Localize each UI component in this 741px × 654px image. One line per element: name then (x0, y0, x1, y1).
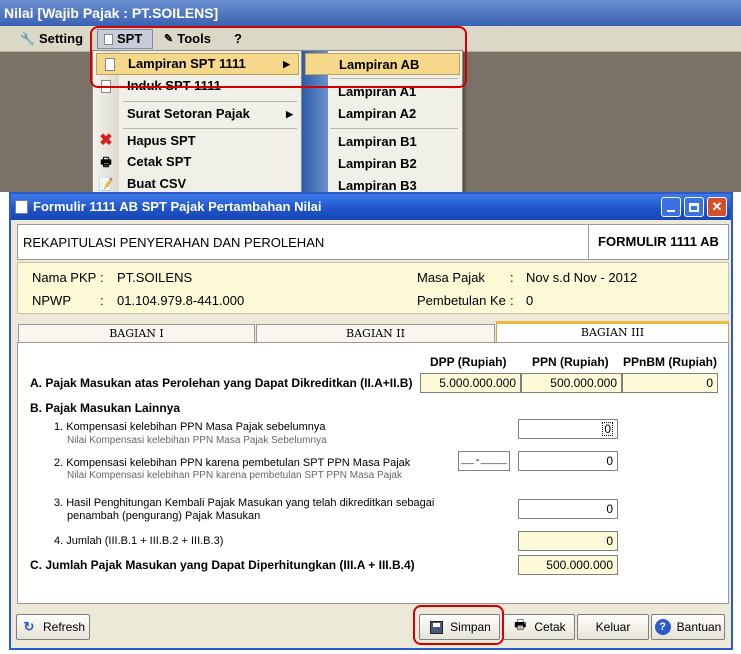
menu-item-cetak-spt[interactable]: 🖶 Cetak SPT (93, 151, 301, 173)
npwp-label: NPWP (32, 293, 71, 308)
submenu-arrow-icon: ▶ (286, 109, 293, 119)
cetak-button[interactable]: 🖶 Cetak (503, 614, 575, 640)
item1-sublabel: Nilai Kompensasi kelebihan PPN Masa Paja… (67, 435, 327, 446)
submenu-item-label: Lampiran B3 (338, 178, 417, 193)
menu-item-label: Surat Setoran Pajak (127, 106, 250, 121)
tab-label: BAGIAN III (580, 326, 645, 339)
annotation-highlight-box (413, 605, 504, 645)
taxpayer-info: Nama PKP : PT.SOILENS NPWP : 01.104.979.… (17, 262, 729, 314)
delete-x-icon: ✖ (99, 132, 113, 149)
nama-pkp-label: Nama PKP (32, 270, 97, 285)
cetak-label: Cetak (534, 620, 566, 634)
bagian-3-panel: DPP (Rupiah) PPN (Rupiah) PPnBM (Rupiah)… (17, 342, 729, 604)
column-header-dpp: DPP (Rupiah) (430, 355, 507, 369)
maximize-icon (689, 202, 699, 212)
section-c-label: C. Jumlah Pajak Masukan yang Dapat Diper… (30, 558, 415, 572)
menu-item-label: Cetak SPT (127, 154, 192, 169)
menu-setting-label: Setting (38, 31, 84, 46)
keluar-label: Keluar (595, 620, 631, 634)
tab-bagian-3[interactable]: BAGIAN III (496, 321, 729, 343)
bantuan-label: Bantuan (676, 620, 722, 634)
bantuan-button[interactable]: ? Bantuan (651, 614, 725, 640)
menu-item-surat-setoran[interactable]: Surat Setoran Pajak ▶ (93, 103, 301, 125)
tab-bagian-1[interactable]: BAGIAN I (18, 324, 255, 342)
section-b-label: B. Pajak Masukan Lainnya (30, 401, 181, 415)
dialog-title: Formulir 1111 AB SPT Pajak Pertambahan N… (33, 199, 322, 214)
menu-separator (123, 101, 297, 102)
tab-bagian-2[interactable]: BAGIAN II (256, 324, 495, 342)
section-a-ppn-field[interactable]: 500.000.000 (521, 373, 622, 393)
tab-label: BAGIAN II (346, 327, 405, 340)
colon: : (510, 293, 514, 308)
tab-label: BAGIAN I (109, 327, 164, 340)
minimize-button[interactable] (661, 197, 681, 217)
column-header-ppn: PPN (Rupiah) (532, 355, 609, 369)
refresh-icon: ↻ (23, 619, 35, 634)
submenu-item-lampiran-a2[interactable]: Lampiran A2 (330, 103, 460, 125)
item2-period-input[interactable]: __-____ (458, 451, 510, 471)
column-header-ppnbm: PPnBM (Rupiah) (623, 355, 717, 369)
submenu-item-lampiran-b1[interactable]: Lampiran B1 (330, 131, 460, 153)
item3-input[interactable]: 0 (518, 499, 618, 519)
menu-separator (123, 128, 297, 129)
colon: : (100, 293, 104, 308)
dialog-title-bar: Formulir 1111 AB SPT Pajak Pertambahan N… (11, 194, 731, 220)
colon: : (510, 270, 514, 285)
masa-pajak-value: Nov s.d Nov - 2012 (526, 270, 638, 285)
csv-icon: 📝 (98, 177, 114, 191)
maximize-button[interactable] (684, 197, 704, 217)
section-a-ppnbm-field[interactable]: 0 (622, 373, 718, 393)
section-a-dpp-field[interactable]: 5.000.000.000 (420, 373, 521, 393)
item3-label: 3. Hasil Penghitungan Kembali Pajak Masu… (54, 497, 435, 509)
refresh-button[interactable]: ↻ Refresh (16, 614, 90, 640)
form-code: FORMULIR 1111 AB (588, 225, 728, 259)
app-title-bar: Nilai [Wajib Pajak : PT.SOILENS] (0, 0, 741, 26)
submenu-item-label: Lampiran B2 (338, 156, 417, 171)
colon: : (100, 270, 104, 285)
item2-input[interactable]: 0 (518, 451, 618, 471)
form-header: REKAPITULASI PENYERAHAN DAN PEROLEHAN FO… (17, 224, 729, 260)
submenu-item-label: Lampiran A2 (338, 106, 417, 121)
menu-setting[interactable]: 🔧 Setting (14, 29, 89, 49)
nama-pkp-value: PT.SOILENS (117, 270, 193, 285)
keluar-button[interactable]: Keluar (577, 614, 649, 640)
close-icon: ✕ (711, 199, 723, 214)
item1-value: 0 (602, 422, 613, 436)
formulir-dialog: Formulir 1111 AB SPT Pajak Pertambahan N… (9, 192, 733, 650)
menu-item-label: Hapus SPT (127, 133, 196, 148)
wrench-icon: 🔧 (20, 32, 35, 46)
refresh-label: Refresh (42, 620, 86, 634)
printer-icon: 🖶 (514, 617, 527, 632)
submenu-item-lampiran-b2[interactable]: Lampiran B2 (330, 153, 460, 175)
minimize-icon (667, 210, 675, 212)
item1-input[interactable]: 0 (518, 419, 618, 439)
item4-label: 4. Jumlah (III.B.1 + III.B.2 + III.B.3) (54, 535, 224, 547)
item4-total-field[interactable]: 0 (518, 531, 618, 551)
close-button[interactable]: ✕ (707, 197, 727, 217)
pembetulan-value: 0 (526, 293, 534, 308)
menu-separator (330, 128, 458, 129)
npwp-value: 01.104.979.8-441.000 (117, 293, 245, 308)
pembetulan-label: Pembetulan Ke (417, 293, 506, 308)
item2-sublabel: Nilai Kompensasi kelebihan PPN karena pe… (67, 470, 402, 481)
menu-item-hapus-spt[interactable]: ✖ Hapus SPT (93, 130, 301, 152)
masa-pajak-label: Masa Pajak (417, 270, 485, 285)
help-icon: ? (654, 619, 671, 635)
printer-icon: 🖶 (100, 155, 112, 169)
app-title: Nilai [Wajib Pajak : PT.SOILENS] (4, 5, 219, 21)
item2-label: 2. Kompensasi kelebihan PPN karena pembe… (54, 457, 411, 469)
section-c-total-field[interactable]: 500.000.000 (518, 555, 618, 575)
form-header-title: REKAPITULASI PENYERAHAN DAN PEROLEHAN (23, 235, 325, 250)
annotation-highlight-box (90, 26, 467, 88)
form-icon (15, 200, 28, 214)
item1-label: 1. Kompensasi kelebihan PPN Masa Pajak s… (54, 421, 326, 433)
item3-label-line2: penambah (pengurang) Pajak Masukan (67, 510, 261, 522)
submenu-item-label: Lampiran B1 (338, 134, 417, 149)
section-a-label: A. Pajak Masukan atas Perolehan yang Dap… (30, 376, 413, 390)
